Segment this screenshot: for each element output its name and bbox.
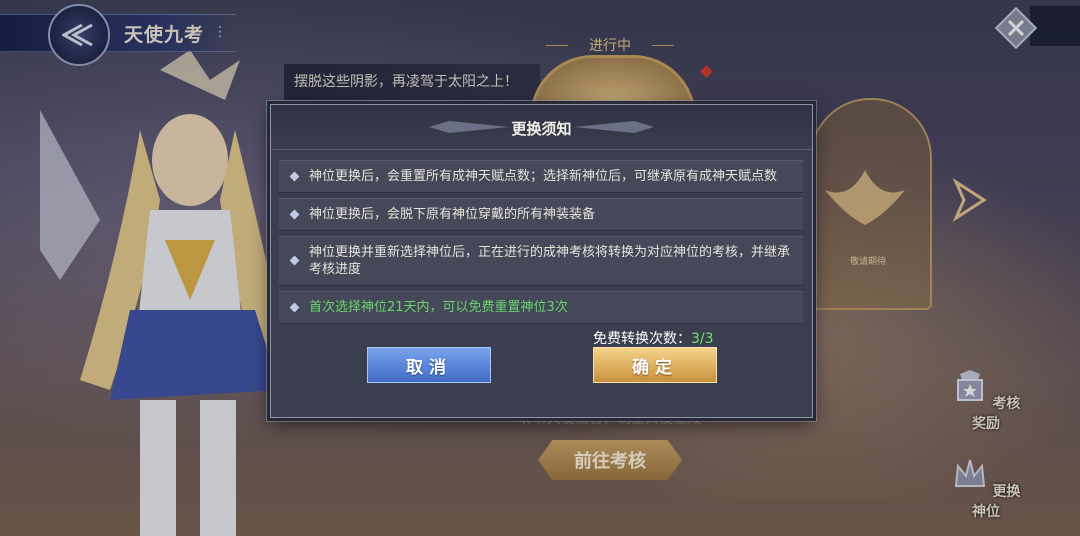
notice-item: 神位更换后，会脱下原有神位穿戴的所有神装装备 bbox=[279, 198, 803, 231]
notice-item-highlight: 首次选择神位21天内，可以免费重置神位3次 bbox=[279, 291, 803, 324]
notice-item: 神位更换后，会重置所有成神天赋点数；选择新神位后，可继承原有成神天赋点数 bbox=[279, 160, 803, 193]
diamond-bullet-icon bbox=[289, 302, 300, 313]
cancel-button[interactable]: 取消 bbox=[367, 347, 491, 383]
free-change-count: 免费转换次数：3/3 bbox=[593, 331, 714, 347]
free-count-value: 3/3 bbox=[691, 331, 714, 347]
dialog-title: 更换须知 bbox=[511, 120, 572, 138]
diamond-bullet-icon bbox=[289, 171, 300, 182]
change-notice-dialog: 更换须知 神位更换后，会重置所有成神天赋点数；选择新神位后，可继承原有成神天赋点… bbox=[270, 104, 813, 418]
notice-list: 神位更换后，会重置所有成神天赋点数；选择新神位后，可继承原有成神天赋点数 神位更… bbox=[279, 160, 803, 329]
diamond-bullet-icon bbox=[289, 209, 300, 220]
header-deco-right-icon bbox=[574, 121, 654, 133]
notice-item: 神位更换并重新选择神位后，正在进行的成神考核将转换为对应神位的考核，并继承考核进… bbox=[279, 236, 803, 286]
confirm-button[interactable]: 确定 bbox=[593, 347, 717, 383]
diamond-bullet-icon bbox=[289, 255, 300, 266]
dialog-header: 更换须知 bbox=[271, 105, 812, 150]
